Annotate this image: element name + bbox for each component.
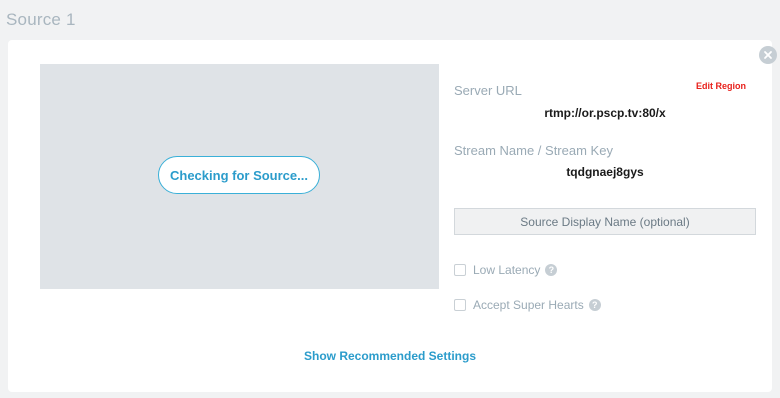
server-url-label: Server URL: [454, 83, 522, 98]
stream-key-label: Stream Name / Stream Key: [454, 143, 613, 158]
question-icon[interactable]: ?: [545, 264, 558, 276]
source-card: Checking for Source... Server URL Edit R…: [8, 40, 777, 392]
low-latency-checkbox[interactable]: [454, 264, 466, 276]
source-preview: Checking for Source...: [40, 64, 439, 289]
low-latency-label: Low Latency: [473, 263, 541, 277]
accept-super-hearts-option[interactable]: Accept Super Hearts ?: [454, 298, 601, 312]
source-title: Source 1: [6, 10, 76, 29]
show-recommended-settings-link[interactable]: Show Recommended Settings: [8, 349, 772, 363]
source-display-name-input[interactable]: Source Display Name (optional): [454, 208, 756, 235]
low-latency-option[interactable]: Low Latency ?: [454, 263, 558, 277]
close-icon[interactable]: [759, 46, 777, 64]
question-icon[interactable]: ?: [588, 299, 601, 311]
checking-source-button[interactable]: Checking for Source...: [158, 156, 320, 194]
edit-region-link[interactable]: Edit Region: [696, 81, 746, 91]
stream-key-value: tqdgnaej8gys: [566, 165, 644, 179]
accept-super-hearts-checkbox[interactable]: [454, 299, 466, 311]
section-header: Source 1: [0, 0, 780, 40]
accept-super-hearts-label: Accept Super Hearts: [473, 298, 584, 312]
server-url-value: rtmp://or.pscp.tv:80/x: [544, 106, 666, 120]
